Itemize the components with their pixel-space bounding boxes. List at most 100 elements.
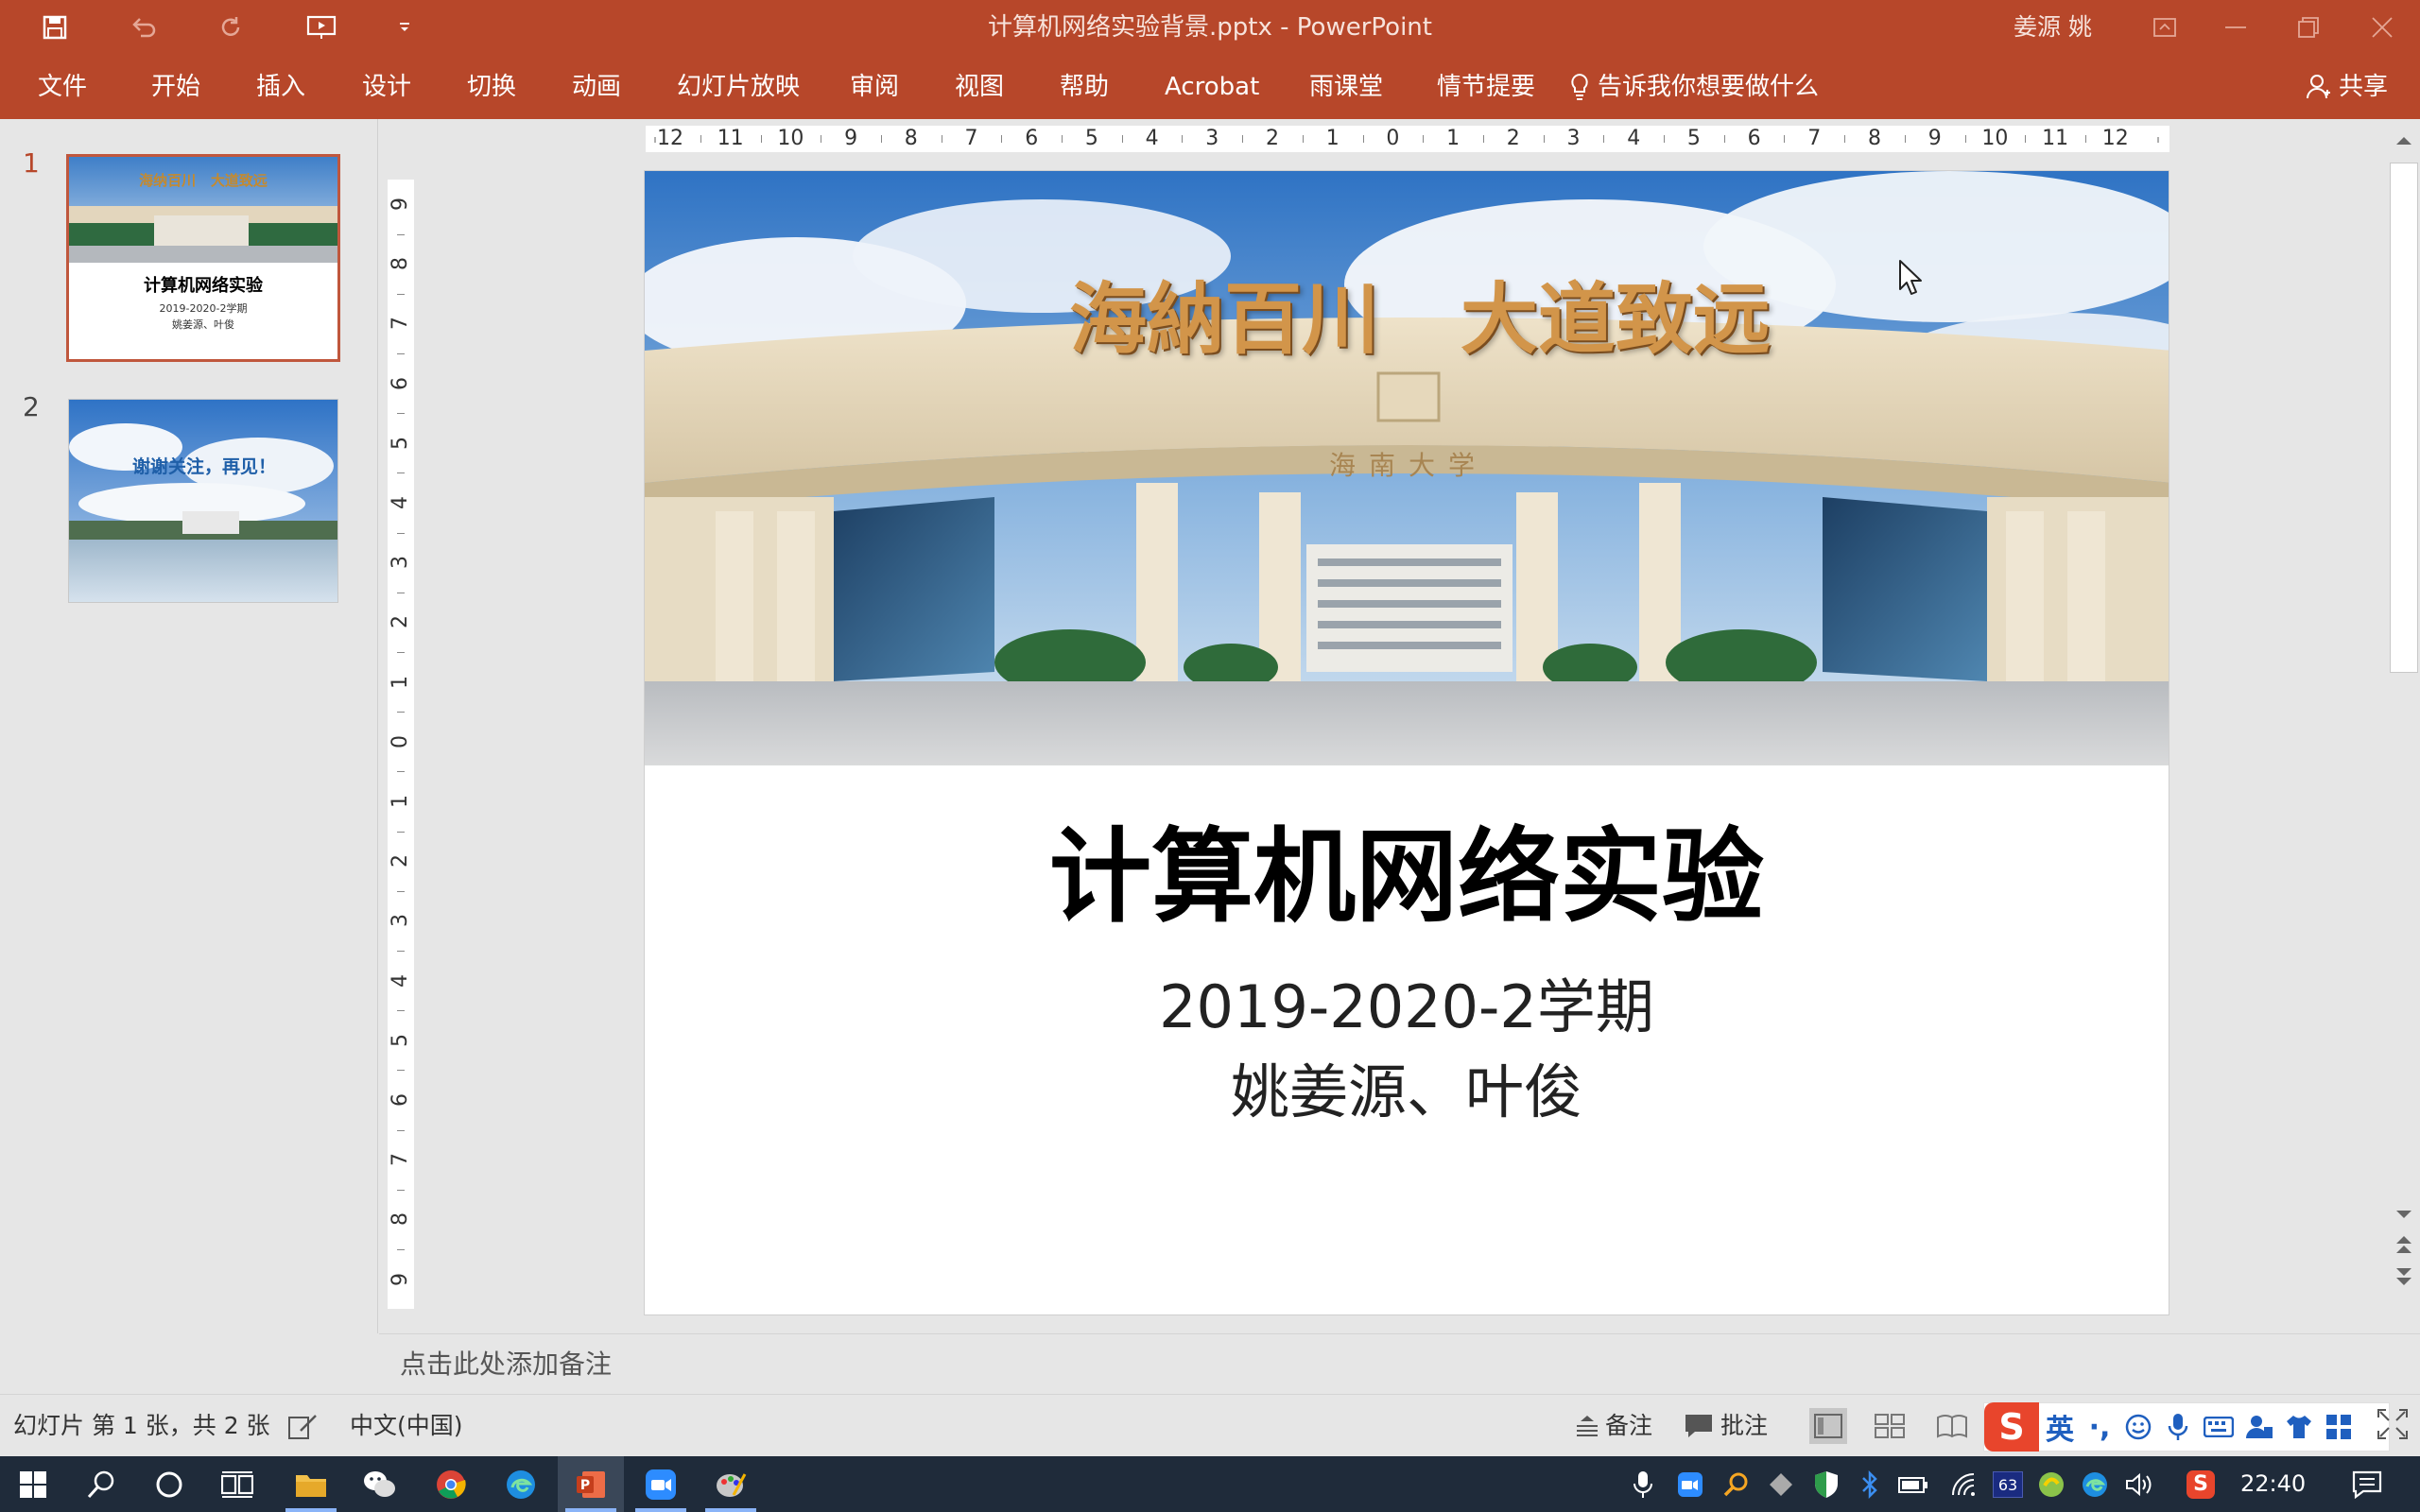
tray-green-app-icon[interactable]	[2032, 1456, 2070, 1512]
tab-acrobat[interactable]: Acrobat	[1165, 55, 1259, 119]
ruler-minor-tick	[1844, 135, 1846, 143]
ruler-tick-label: 9	[1927, 127, 1942, 150]
tab-insert[interactable]: 插入	[256, 55, 305, 119]
chrome-icon[interactable]	[418, 1456, 484, 1512]
powerpoint-taskbar-icon[interactable]: P	[558, 1456, 624, 1512]
zoom-meeting-icon[interactable]	[628, 1456, 694, 1512]
tab-review[interactable]: 审阅	[850, 55, 899, 119]
ruler-tick-label: 3	[389, 556, 412, 570]
action-center-icon[interactable]	[2339, 1456, 2395, 1512]
toolbox-icon[interactable]	[2319, 1414, 2359, 1440]
wechat-icon[interactable]	[346, 1456, 412, 1512]
slide-canvas[interactable]: 海納百川 大道致远 海南大学 计算机网络实验 2019-2020-2学期 姚姜源…	[645, 171, 2169, 1314]
tray-battery-icon[interactable]	[1894, 1456, 1932, 1512]
ruler-minor-tick	[1062, 135, 1063, 143]
ruler-tick-label: 4	[389, 973, 412, 988]
user-name[interactable]: 姜源 姚	[2014, 0, 2092, 55]
tray-edge-icon[interactable]	[2076, 1456, 2114, 1512]
ime-mode-label[interactable]: 英	[2039, 1406, 2081, 1448]
previous-slide-icon[interactable]	[2394, 1234, 2413, 1259]
ruler-minor-tick	[1904, 135, 1906, 143]
tell-me-search[interactable]: 告诉我你想要做什么	[1569, 55, 1819, 119]
ruler-minor-tick	[1784, 135, 1786, 143]
tab-animations[interactable]: 动画	[572, 55, 621, 119]
search-icon[interactable]	[68, 1456, 134, 1512]
emoji-icon[interactable]	[2118, 1413, 2158, 1441]
slide-title[interactable]: 计算机网络实验	[645, 795, 2169, 942]
ruler-minor-tick	[700, 135, 701, 143]
scroll-thumb[interactable]	[2390, 163, 2418, 673]
tab-storyboard[interactable]: 情节提要	[1437, 55, 1535, 119]
notes-toggle-label[interactable]: 备注	[1605, 1395, 1652, 1457]
tab-file[interactable]: 文件	[38, 55, 87, 119]
ruler-minor-tick	[1001, 135, 1003, 143]
tray-volume-icon[interactable]	[2121, 1456, 2159, 1512]
tab-rain-classroom[interactable]: 雨课堂	[1309, 55, 1383, 119]
close-icon[interactable]	[2344, 0, 2420, 55]
ribbon-display-options-icon[interactable]	[2127, 0, 2203, 55]
ruler-tick-label: 1	[1325, 127, 1340, 150]
tab-view[interactable]: 视图	[955, 55, 1004, 119]
ime-toolbar[interactable]: S 英 ·,	[1983, 1402, 2390, 1452]
ruler-minor-tick	[1482, 135, 1484, 143]
slide-subtitle[interactable]: 2019-2020-2学期 姚姜源、叶俊	[645, 965, 2169, 1135]
ruler-minor-tick	[397, 472, 405, 474]
tray-bluetooth-icon[interactable]	[1851, 1456, 1889, 1512]
ribbon-tabs: 文件 开始 插入 设计 切换 动画 幻灯片放映 审阅 视图 帮助 Acrobat…	[0, 55, 2420, 119]
slide-thumbnail-1[interactable]: 海纳百川 大道致远 计算机网络实验 2019-2020-2学期 姚姜源、叶俊	[66, 154, 340, 362]
tab-design[interactable]: 设计	[362, 55, 411, 119]
scroll-down-arrow-icon[interactable]	[2394, 1206, 2413, 1224]
ruler-tick-label: 9	[844, 127, 858, 150]
ruler-minor-tick	[397, 951, 405, 952]
reading-view-icon[interactable]	[1934, 1408, 1970, 1444]
tray-sogou-icon[interactable]: S	[2182, 1456, 2220, 1512]
edge-browser-icon[interactable]	[488, 1456, 554, 1512]
task-view-icon[interactable]	[204, 1456, 270, 1512]
ruler-tick-label: 10	[1981, 127, 2009, 150]
spelling-check-icon[interactable]	[285, 1408, 321, 1444]
minimize-icon[interactable]	[2198, 0, 2273, 55]
windows-start-icon[interactable]	[0, 1456, 66, 1512]
slide-thumbnail-2[interactable]: 谢谢关注，再见！	[68, 399, 338, 603]
punctuation-icon[interactable]: ·,	[2081, 1411, 2118, 1444]
tray-zoom-icon[interactable]	[1671, 1456, 1709, 1512]
restore-icon[interactable]	[2271, 0, 2346, 55]
ruler-tick-label: 6	[389, 1093, 412, 1107]
scroll-up-arrow-icon[interactable]	[2394, 132, 2413, 150]
normal-view-icon[interactable]	[1809, 1408, 1847, 1444]
tab-transitions[interactable]: 切换	[467, 55, 516, 119]
tray-microphone-icon[interactable]	[1624, 1456, 1662, 1512]
tab-home[interactable]: 开始	[151, 55, 200, 119]
notes-pane[interactable]: 点击此处添加备注	[379, 1333, 2420, 1394]
paint-app-icon[interactable]	[698, 1456, 764, 1512]
cortana-icon[interactable]	[136, 1456, 202, 1512]
slide-subtitle-line-2: 姚姜源、叶俊	[1230, 1057, 1582, 1126]
skin-icon[interactable]	[2279, 1414, 2319, 1440]
comment-icon[interactable]	[1681, 1408, 1717, 1444]
comments-label[interactable]: 批注	[1720, 1395, 1768, 1457]
horizontal-ruler[interactable]: 12 11 10 9 8 7 6 5 4 3 2 1 0 1 2 3 4 5 6 7 8 9 10 11 12	[646, 126, 2169, 152]
tab-help[interactable]: 帮助	[1060, 55, 1109, 119]
tray-security-shield-icon[interactable]	[1807, 1456, 1845, 1512]
sogou-logo-icon[interactable]: S	[1984, 1402, 2039, 1452]
notes-toggle-icon[interactable]	[1569, 1408, 1605, 1444]
vertical-ruler[interactable]: 9 8 7 6 5 4 3 2 1 0 1 2 3 4 5 6 7 8 9	[388, 180, 414, 1309]
share-button[interactable]: 共享	[2307, 55, 2388, 119]
slide-sorter-icon[interactable]	[1872, 1408, 1908, 1444]
microphone-icon[interactable]	[2158, 1413, 2198, 1441]
keyboard-icon[interactable]	[2198, 1417, 2239, 1437]
language-text[interactable]: 中文(中国)	[350, 1395, 463, 1457]
slide-subtitle-line-1: 2019-2020-2学期	[1159, 972, 1654, 1041]
ruler-minor-tick	[397, 532, 405, 534]
fullscreen-icon[interactable]	[2377, 1408, 2409, 1444]
tray-wifi-icon[interactable]	[1945, 1456, 1983, 1512]
tab-slideshow[interactable]: 幻灯片放映	[677, 55, 800, 119]
tray-search-tool-icon[interactable]	[1717, 1456, 1754, 1512]
tray-ime-badge[interactable]: 63	[1989, 1456, 2027, 1512]
file-explorer-icon[interactable]	[278, 1456, 344, 1512]
tray-diamond-icon[interactable]	[1762, 1456, 1800, 1512]
vertical-scrollbar[interactable]	[2387, 119, 2420, 1333]
user-center-icon[interactable]	[2239, 1414, 2279, 1440]
taskbar-clock[interactable]: 22:40	[2240, 1456, 2306, 1512]
next-slide-icon[interactable]	[2394, 1266, 2413, 1291]
